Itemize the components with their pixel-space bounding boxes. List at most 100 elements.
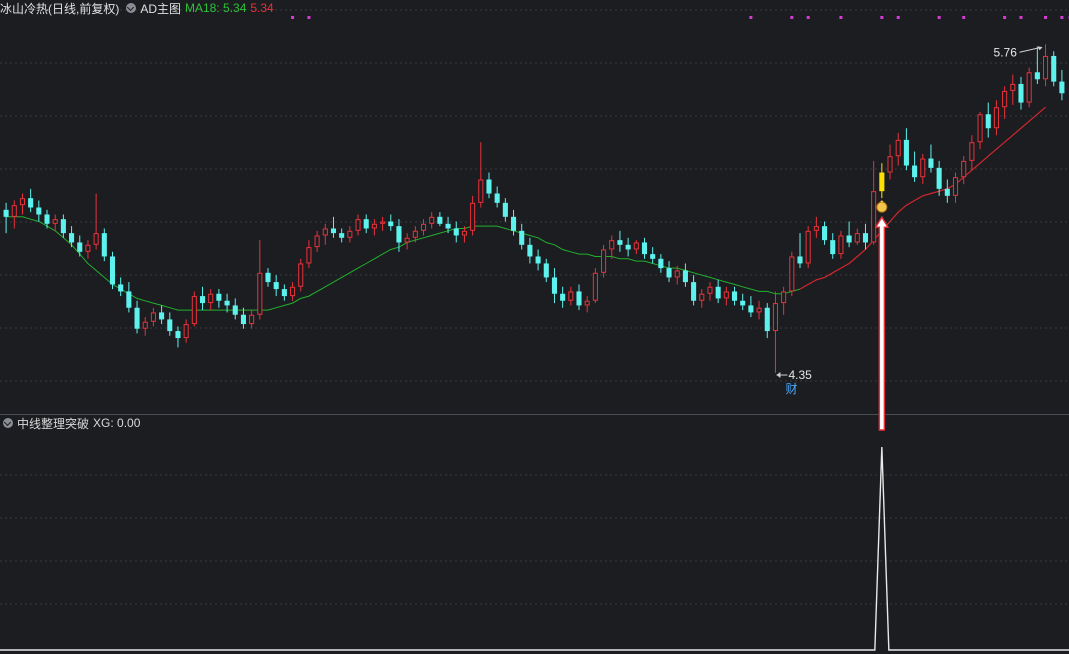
candle-body <box>191 296 197 325</box>
candle-body <box>1018 83 1024 103</box>
candle-body <box>19 198 25 206</box>
high-arrow <box>1019 46 1042 53</box>
candle-body <box>429 216 435 224</box>
candle-body <box>1034 72 1040 80</box>
main-chart-header: 冰山冷热(日线,前复权) AD主图 MA18: 5.34 5.34 <box>0 0 278 16</box>
candle-body <box>1051 55 1057 82</box>
candle-body <box>290 286 296 297</box>
candle-body <box>494 193 500 203</box>
candle-body <box>93 233 99 245</box>
low-label: 4.35 <box>788 368 812 382</box>
signal-dot <box>962 16 966 19</box>
candle-body <box>396 226 402 243</box>
candle-body <box>380 221 386 224</box>
candle-body <box>650 254 656 259</box>
signal-dot <box>790 16 794 19</box>
candle-body <box>281 289 287 297</box>
candle-body <box>920 158 926 178</box>
candle-body <box>682 270 688 283</box>
candle-body <box>838 235 844 255</box>
candle-body <box>486 179 492 194</box>
candle-body <box>871 191 877 243</box>
candle-body <box>216 293 222 301</box>
xg-series-line <box>0 446 1069 651</box>
candle-body <box>551 277 557 294</box>
candle-body <box>118 284 124 292</box>
candle-body <box>199 296 206 304</box>
indicator-name[interactable]: AD主图 <box>140 0 181 17</box>
candle-body <box>617 240 623 245</box>
signal-dot <box>1060 16 1064 19</box>
signal-dot <box>291 16 295 19</box>
candle-body <box>44 214 50 224</box>
candle-body <box>985 114 991 129</box>
candle-body <box>568 291 574 301</box>
sub-chart-header: 中线整理突破 XG: 0.00 <box>0 415 144 431</box>
ma-line-green <box>6 216 801 311</box>
candle-body <box>224 300 230 306</box>
candle-body <box>355 219 361 231</box>
candle-body <box>633 242 639 250</box>
candle-body <box>609 240 615 250</box>
candle-body <box>748 305 754 313</box>
candle-body <box>183 324 189 339</box>
money-bag-icon <box>879 200 884 203</box>
candle-body <box>707 286 713 294</box>
candle-body <box>240 314 246 325</box>
candle-body <box>993 107 999 129</box>
candle-body <box>1059 81 1065 94</box>
stock-title: 冰山冷热(日线,前复权) <box>0 1 120 16</box>
candle-body <box>265 272 271 283</box>
candle-body <box>167 319 173 332</box>
candle-body <box>502 202 508 217</box>
candle-body <box>404 237 410 243</box>
signal-dot <box>839 16 843 19</box>
candle-body <box>928 158 934 168</box>
candle-body <box>699 293 705 301</box>
candle-body <box>11 205 17 217</box>
candle-body <box>109 256 116 285</box>
candle-body <box>543 263 549 278</box>
candle-body <box>420 223 427 231</box>
signal-dot <box>1044 16 1048 19</box>
candle-body <box>854 233 860 243</box>
candle-body <box>249 314 255 325</box>
collapse-icon[interactable] <box>126 3 137 13</box>
candle-body <box>314 235 320 248</box>
money-bag-icon <box>876 201 888 213</box>
candle-body <box>527 244 533 257</box>
candle-body <box>1002 90 1008 108</box>
candle-body <box>641 242 648 255</box>
candle-body <box>674 270 680 278</box>
candle-body <box>478 179 484 203</box>
candle-body <box>560 293 566 301</box>
sub-indicator-name[interactable]: 中线整理突破 <box>17 415 89 432</box>
candle-body <box>461 230 467 236</box>
candle-body <box>159 312 165 320</box>
candle-body <box>371 223 377 229</box>
candle-body <box>1010 83 1016 91</box>
candle-body <box>322 228 328 236</box>
candle-body <box>740 300 746 306</box>
collapse-icon[interactable] <box>3 418 13 428</box>
candle-body <box>1026 72 1032 103</box>
candle-body <box>470 202 476 231</box>
candle-body <box>772 303 778 332</box>
low-arrow-head <box>776 372 781 379</box>
candle-body <box>666 268 672 278</box>
ma18-value: MA18: 5.34 <box>185 1 247 15</box>
candle-body <box>363 219 369 229</box>
candle-body <box>805 230 811 264</box>
candle-body <box>977 114 983 143</box>
candle-body <box>756 307 762 313</box>
candle-body <box>601 249 607 273</box>
candle-body <box>781 291 787 304</box>
candle-body <box>208 293 214 304</box>
candle-body <box>36 207 42 215</box>
candle-body <box>592 272 598 301</box>
candle-body <box>584 300 590 306</box>
candle-body <box>347 230 353 238</box>
candle-body <box>142 321 148 329</box>
signal-dot <box>806 16 810 19</box>
candle-body <box>723 291 729 299</box>
